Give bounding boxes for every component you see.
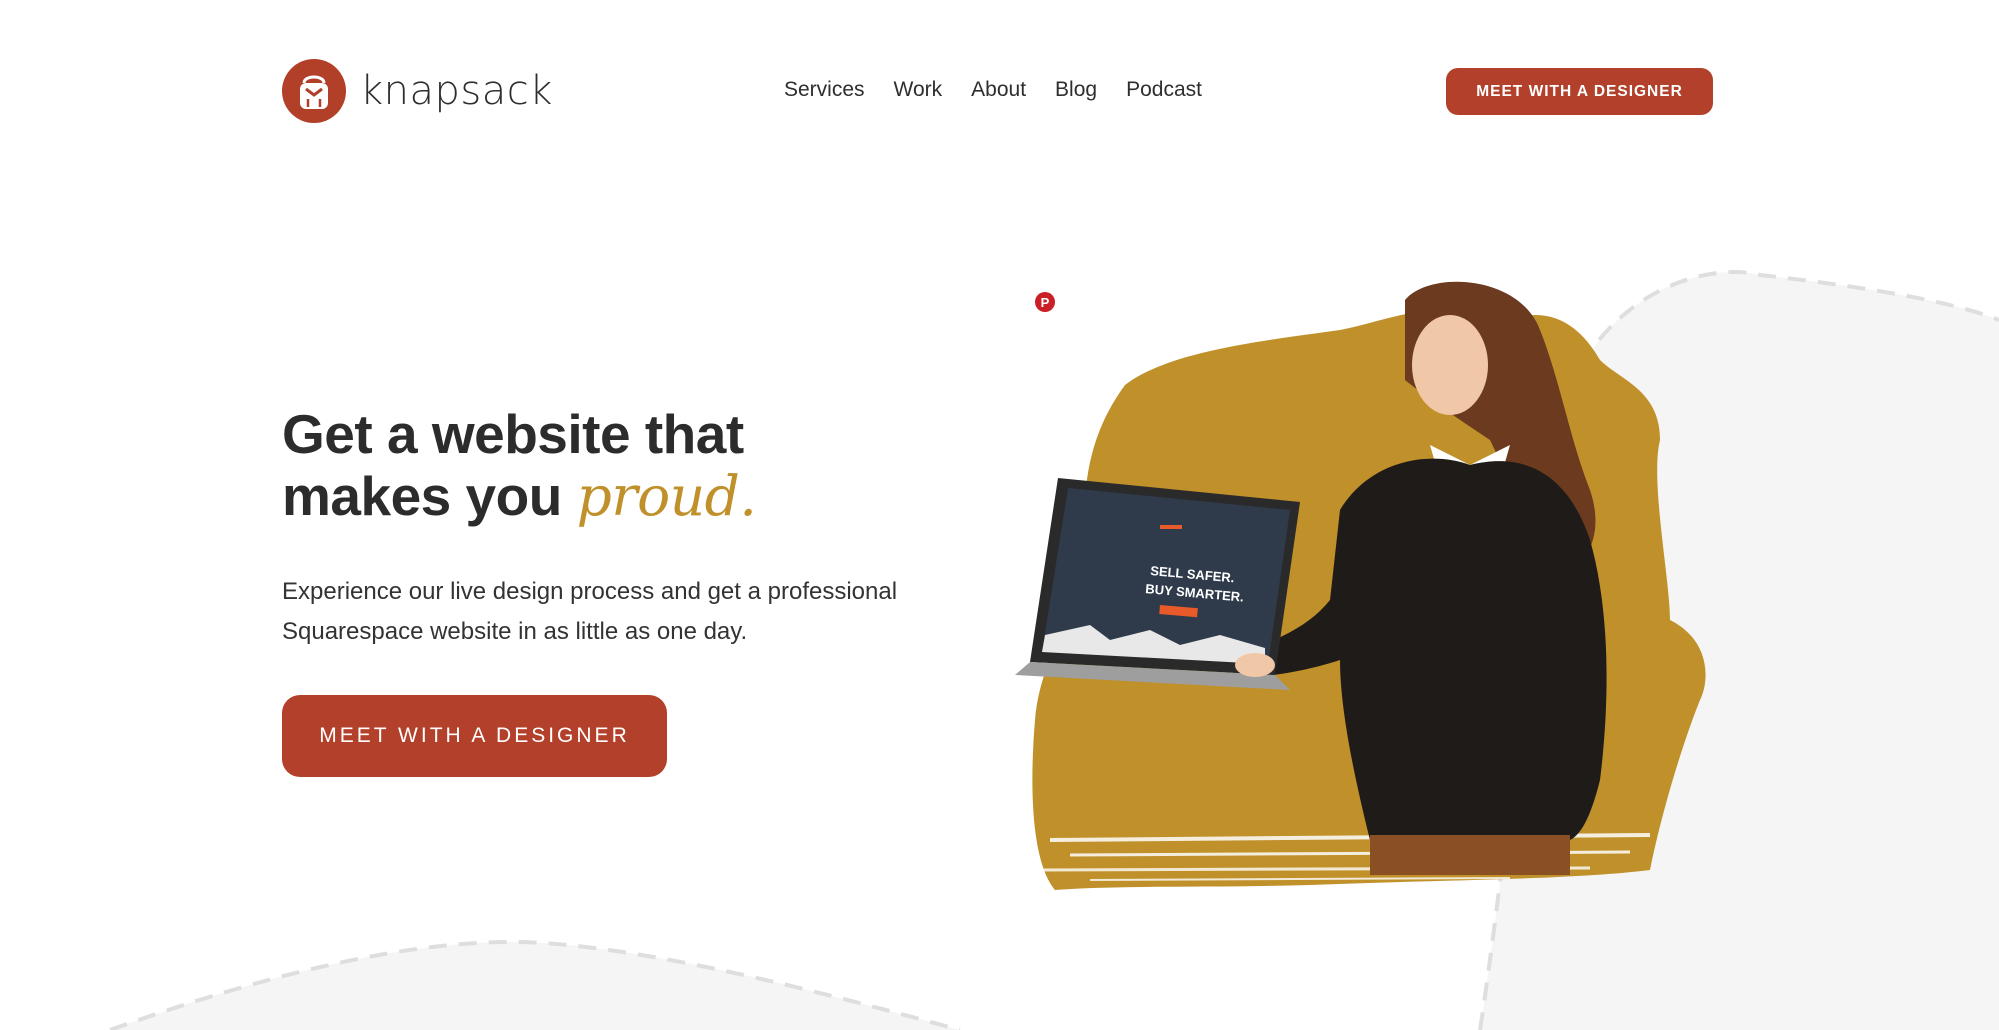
- hero-meet-designer-button[interactable]: MEET WITH A DESIGNER: [282, 695, 667, 777]
- nav-item-podcast[interactable]: Podcast: [1126, 78, 1202, 102]
- backpack-logo-icon: [282, 59, 346, 123]
- nav-item-work[interactable]: Work: [894, 78, 943, 102]
- header-meet-designer-button[interactable]: MEET WITH A DESIGNER: [1446, 68, 1713, 115]
- logo-link[interactable]: knapsack: [282, 58, 553, 124]
- main-nav: Services Work About Blog Podcast: [784, 78, 1231, 102]
- nav-item-about[interactable]: About: [971, 78, 1026, 102]
- logo-wordmark: knapsack: [360, 68, 553, 114]
- hero-heading-accent: proud.: [576, 464, 757, 528]
- person-face: [1412, 315, 1488, 415]
- hero-subtitle: Experience our live design process and g…: [282, 578, 898, 645]
- site-header: knapsack Services Work About Blog Podcas…: [0, 0, 1999, 185]
- hero-heading-line2: makes you: [282, 465, 577, 527]
- nav-item-blog[interactable]: Blog: [1055, 78, 1097, 102]
- nav-item-services[interactable]: Services: [784, 78, 865, 102]
- hero-heading: Get a website that makes you proud.: [282, 403, 757, 528]
- hero-heading-line1: Get a website that: [282, 403, 744, 465]
- hero-illustration: SELL SAFER. BUY SMARTER.: [1015, 281, 1706, 890]
